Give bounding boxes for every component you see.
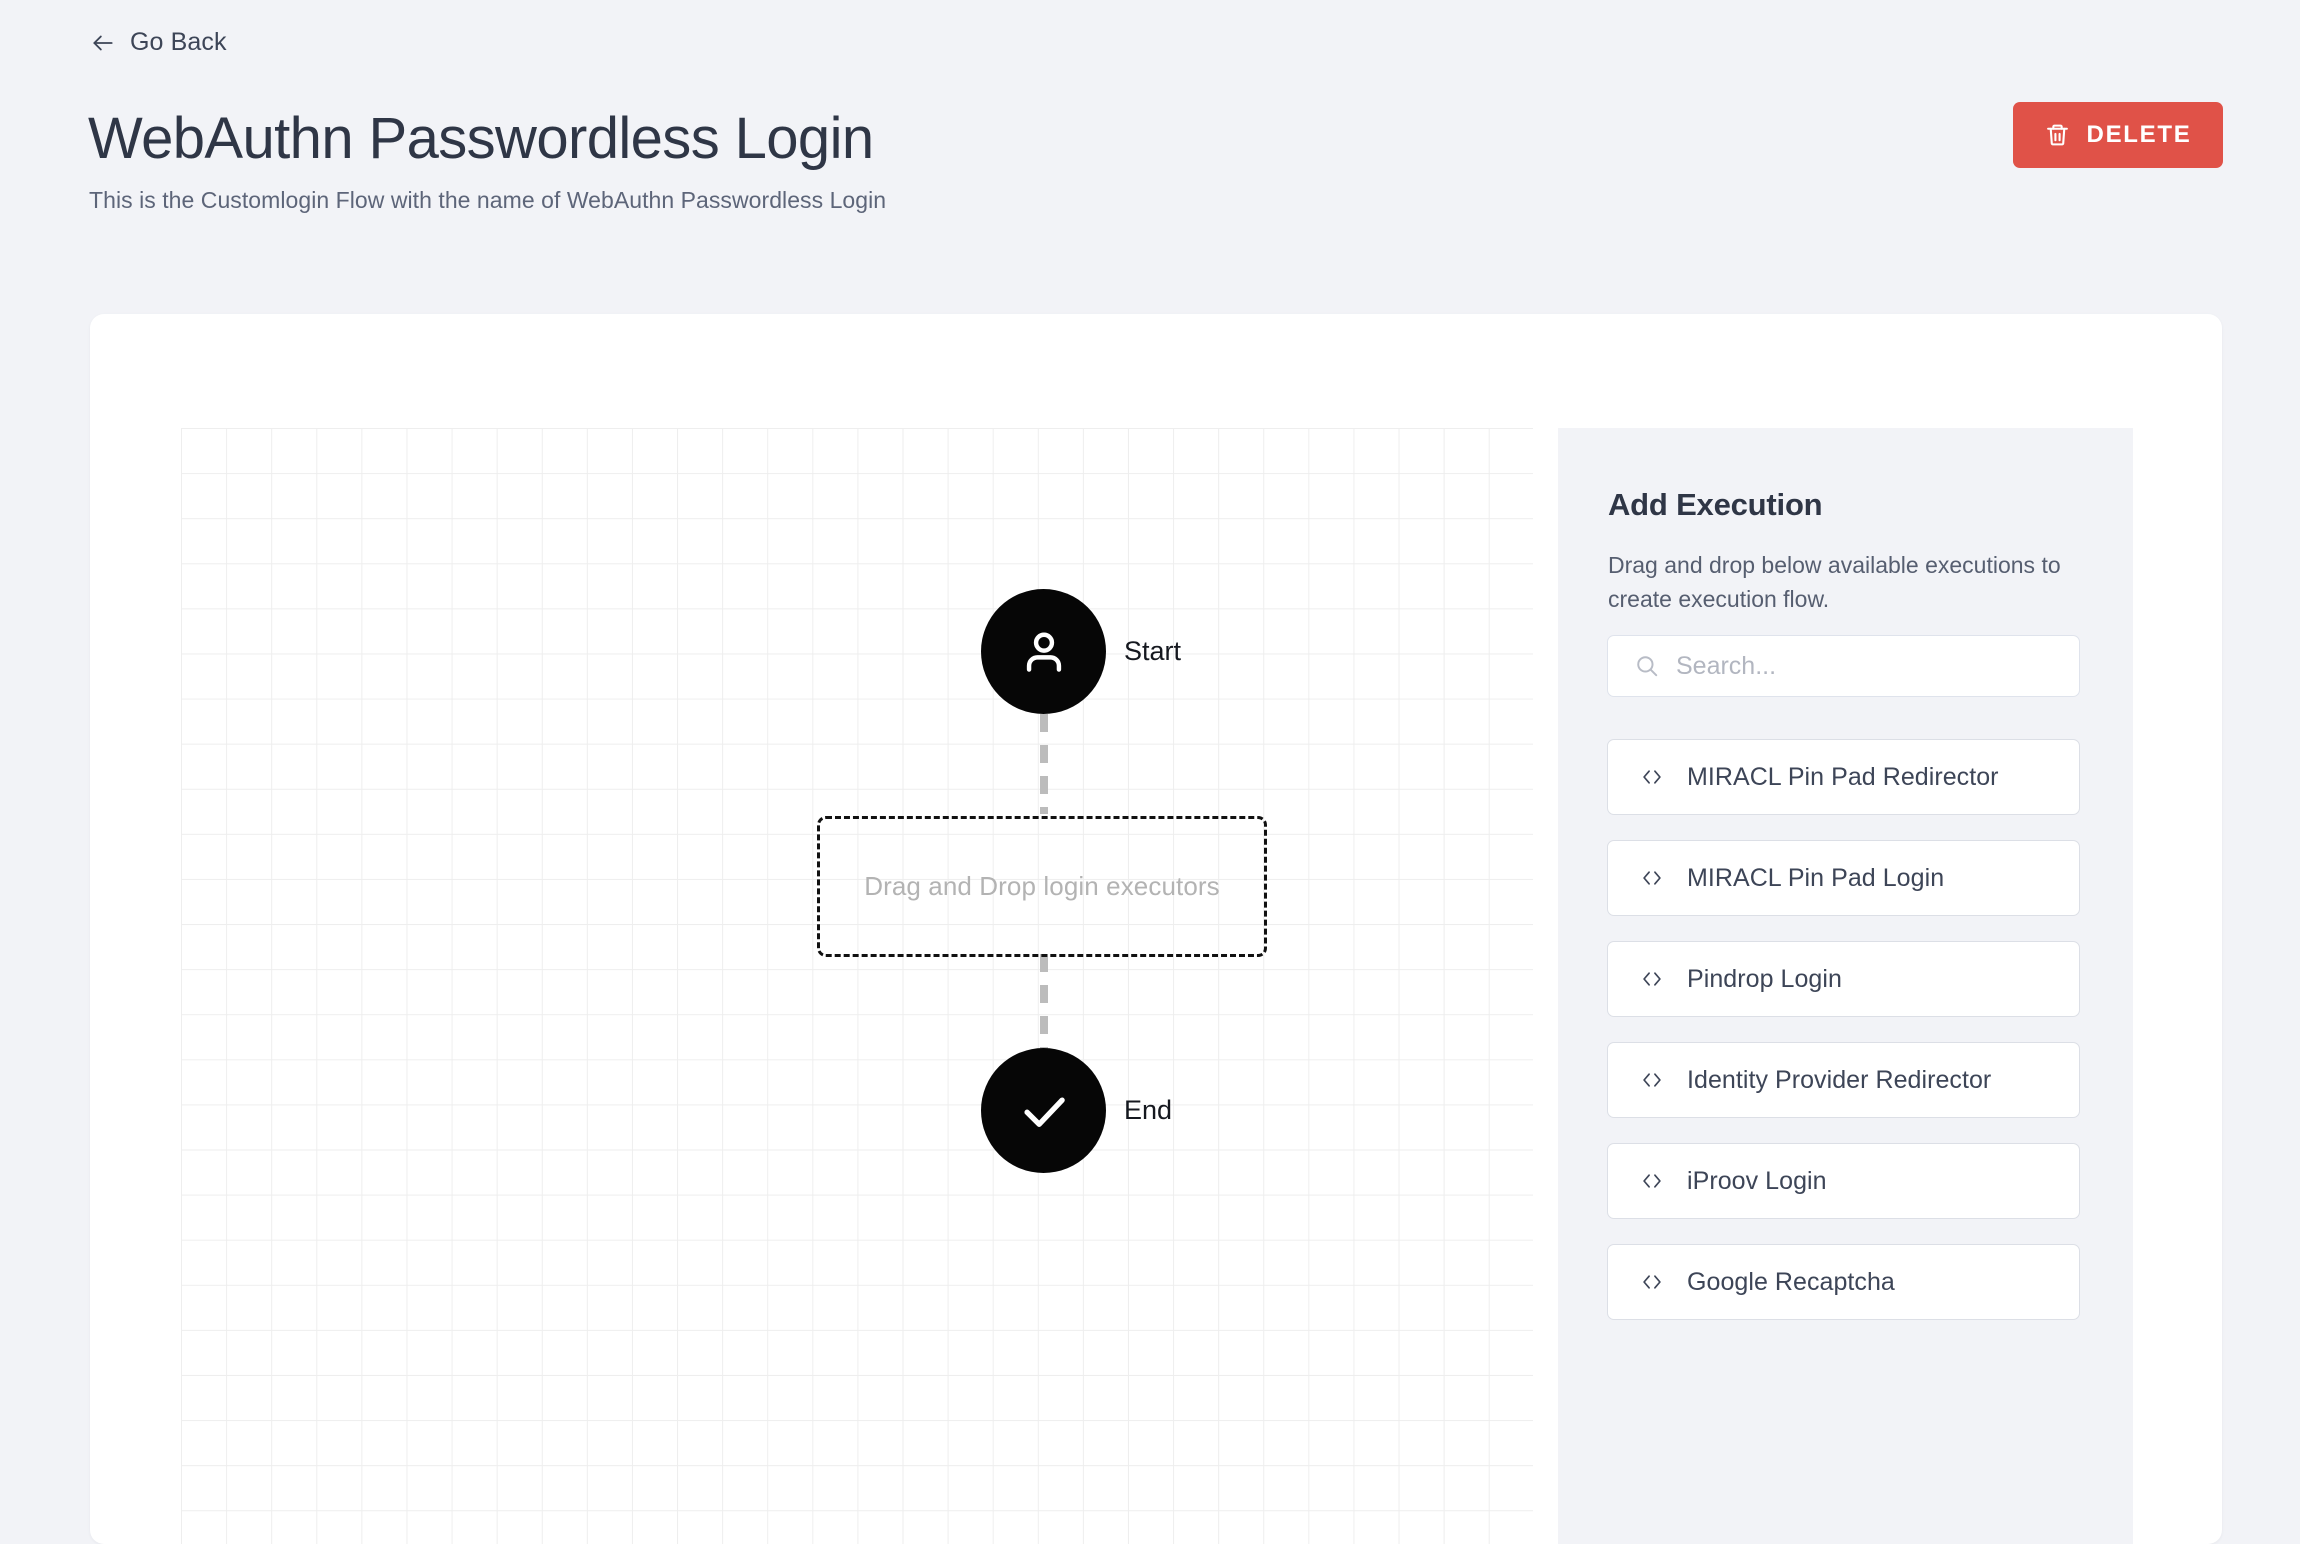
user-icon xyxy=(1016,624,1072,680)
page-subtitle: This is the Customlogin Flow with the na… xyxy=(89,187,887,213)
content-card: Start Drag and Drop login executors End … xyxy=(90,314,2222,1544)
code-icon xyxy=(1639,1070,1665,1090)
trash-icon xyxy=(2045,122,2070,148)
go-back-link[interactable]: Go Back xyxy=(90,28,227,57)
execution-card-label: iProov Login xyxy=(1687,1166,1827,1195)
code-icon xyxy=(1639,767,1665,787)
check-icon xyxy=(1015,1082,1073,1140)
execution-list: MIRACL Pin Pad Redirector MIRACL Pin Pad … xyxy=(1607,739,2080,1320)
end-node-label: End xyxy=(1124,1095,1173,1125)
end-node-circle[interactable] xyxy=(981,1048,1106,1173)
delete-button-label: DELETE xyxy=(2086,121,2192,148)
connector-start-to-dropzone xyxy=(1040,714,1048,814)
execution-card-label: Google Recaptcha xyxy=(1687,1267,1895,1296)
page-header: Go Back WebAuthn Passwordless Login This… xyxy=(0,0,2300,314)
connector-dropzone-to-end xyxy=(1040,954,1048,1050)
code-icon xyxy=(1639,1171,1665,1191)
execution-card-label: MIRACL Pin Pad Login xyxy=(1687,863,1945,892)
execution-card[interactable]: MIRACL Pin Pad Redirector xyxy=(1607,739,2080,815)
arrow-left-icon xyxy=(90,30,116,56)
search-field-wrapper[interactable] xyxy=(1607,635,2080,697)
execution-card-label: Identity Provider Redirector xyxy=(1687,1065,1992,1094)
flow-node-start[interactable]: Start xyxy=(981,589,1181,714)
execution-card[interactable]: MIRACL Pin Pad Login xyxy=(1607,840,2080,916)
delete-button[interactable]: DELETE xyxy=(2013,102,2223,168)
search-icon xyxy=(1634,653,1660,679)
start-node-circle[interactable] xyxy=(981,589,1106,714)
panel-description: Drag and drop below available executions… xyxy=(1608,552,2061,612)
page-title: WebAuthn Passwordless Login xyxy=(88,106,874,171)
go-back-label: Go Back xyxy=(130,28,227,56)
flow-node-end[interactable]: End xyxy=(981,1048,1172,1173)
code-icon xyxy=(1639,868,1665,888)
execution-card-label: Pindrop Login xyxy=(1687,964,1842,993)
add-execution-panel: Add Execution Drag and drop below availa… xyxy=(1558,428,2133,1544)
execution-card[interactable]: Google Recaptcha xyxy=(1607,1244,2080,1320)
flow-canvas[interactable]: Start Drag and Drop login executors End xyxy=(181,428,1533,1544)
execution-card[interactable]: iProov Login xyxy=(1607,1143,2080,1219)
search-input[interactable] xyxy=(1676,651,2079,681)
start-node-label: Start xyxy=(1124,636,1182,666)
drop-zone-label: Drag and Drop login executors xyxy=(864,871,1220,901)
panel-title: Add Execution xyxy=(1608,487,1823,522)
code-icon xyxy=(1639,969,1665,989)
execution-card[interactable]: Pindrop Login xyxy=(1607,941,2080,1017)
drop-zone[interactable]: Drag and Drop login executors xyxy=(817,816,1267,957)
code-icon xyxy=(1639,1272,1665,1292)
execution-card-label: MIRACL Pin Pad Redirector xyxy=(1687,762,1999,791)
execution-card[interactable]: Identity Provider Redirector xyxy=(1607,1042,2080,1118)
